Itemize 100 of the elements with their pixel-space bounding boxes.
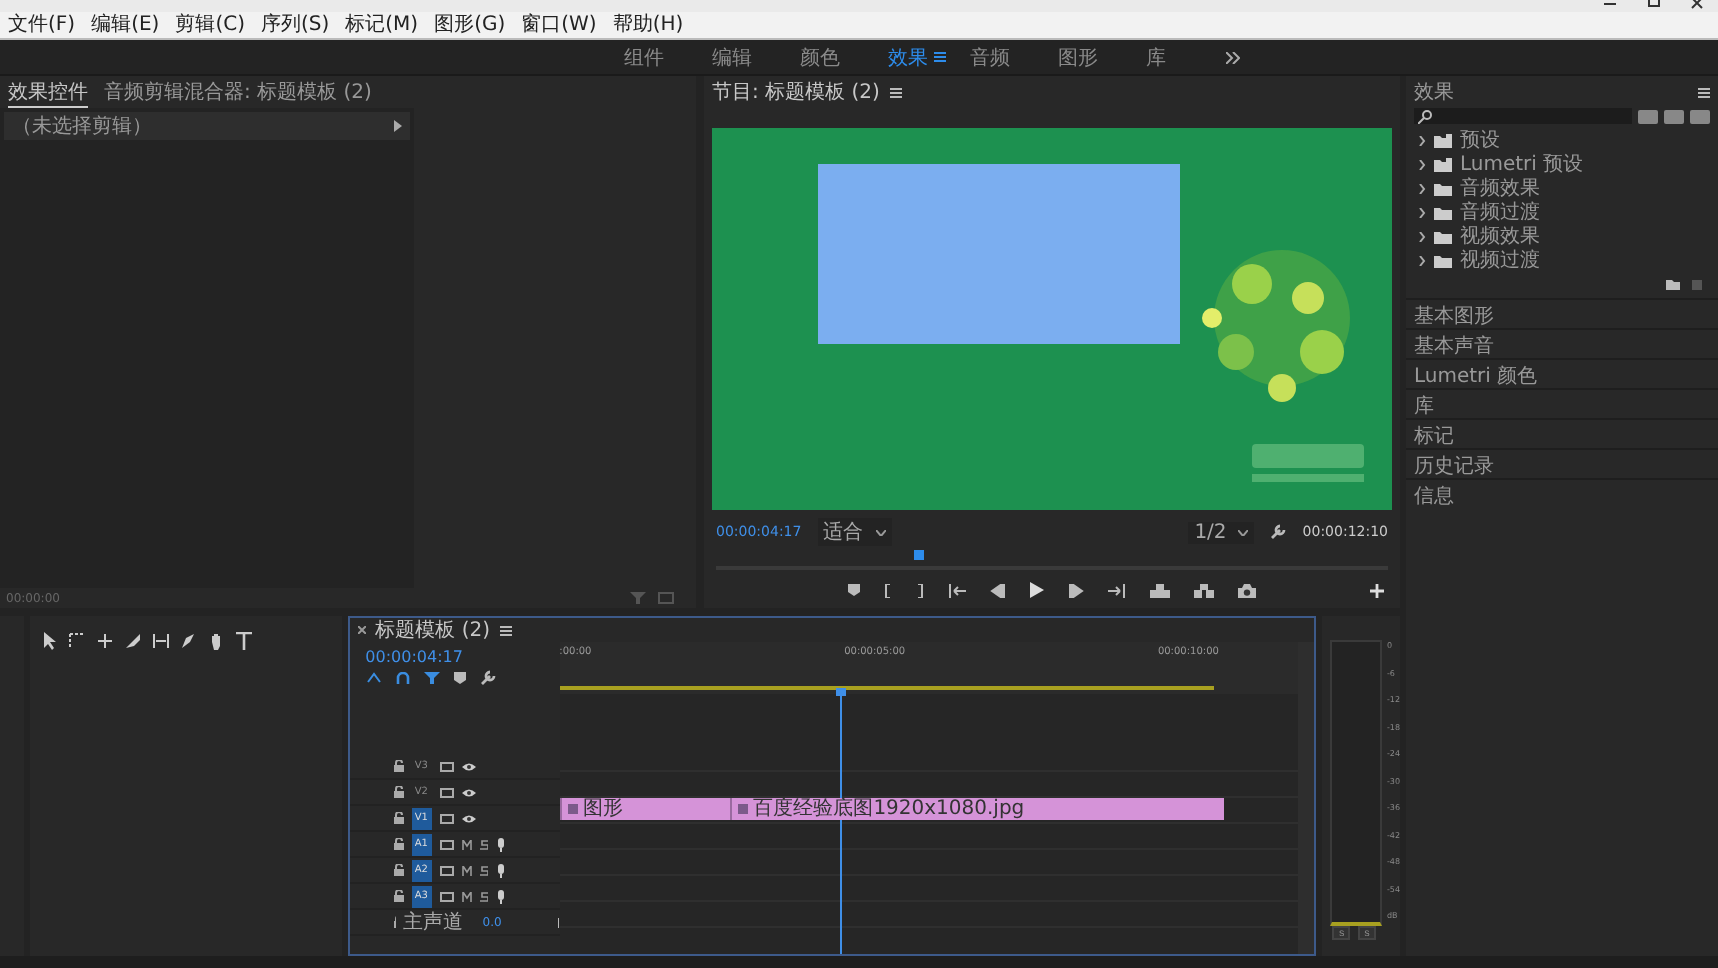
new-folder-icon[interactable]	[1666, 280, 1680, 290]
hand-icon[interactable]	[207, 632, 226, 650]
slip-icon[interactable]	[151, 632, 170, 650]
clip[interactable]: 图形	[559, 798, 730, 820]
scroll-bar[interactable]	[1298, 642, 1315, 954]
camera-icon[interactable]	[1238, 583, 1256, 597]
menu-icon[interactable]	[934, 52, 946, 62]
bracket-icon[interactable]	[916, 583, 924, 597]
minimize-icon[interactable]	[1602, 0, 1618, 10]
go-to-out-icon[interactable]	[1108, 583, 1126, 597]
playhead-line[interactable]	[840, 692, 843, 954]
effects-tree-item[interactable]: 音频过渡	[1418, 200, 1706, 224]
sync-lock-icon[interactable]	[439, 865, 454, 875]
lock-icon[interactable]	[393, 890, 404, 902]
microphone-icon[interactable]	[495, 889, 506, 903]
clip-selector[interactable]: （未选择剪辑）	[4, 112, 410, 140]
lock-icon[interactable]	[393, 838, 404, 850]
collapsed-panel[interactable]: 标记	[1406, 418, 1718, 448]
snap-icon[interactable]	[395, 672, 410, 684]
panel-tab[interactable]: 效果	[1414, 78, 1454, 106]
pen-icon[interactable]	[179, 632, 198, 650]
nest-icon[interactable]	[365, 672, 382, 684]
wrench-icon[interactable]	[479, 670, 496, 686]
solo-icon[interactable]	[479, 865, 488, 875]
sync-lock-icon[interactable]	[439, 839, 454, 849]
menu-item[interactable]: 文件(F)	[0, 13, 84, 37]
wrench-icon[interactable]	[1270, 524, 1287, 540]
search-field[interactable]	[1414, 108, 1632, 124]
sync-lock-icon[interactable]	[439, 891, 454, 901]
clip[interactable]: 百度经验底图1920x1080.jpg	[729, 798, 1225, 820]
bracket-icon[interactable]	[884, 583, 892, 597]
zoom-dropdown[interactable]: 适合	[817, 518, 892, 546]
solo-icon[interactable]	[479, 891, 488, 901]
effects-tree-item[interactable]: 音频效果	[1418, 176, 1706, 200]
collapsed-panel[interactable]: 库	[1406, 388, 1718, 418]
lock-icon[interactable]	[393, 864, 404, 876]
resolution-dropdown[interactable]: 1/2	[1188, 521, 1255, 543]
lock-icon[interactable]	[393, 786, 404, 798]
menu-item[interactable]: 窗口(W)	[513, 13, 605, 37]
menu-item[interactable]: 剪辑(C)	[167, 13, 253, 37]
marker-icon[interactable]	[848, 584, 860, 596]
marker-icon[interactable]	[453, 672, 466, 684]
menu-icon[interactable]	[499, 625, 512, 635]
workspace-tab[interactable]: 库	[1122, 43, 1190, 71]
workspace-tab[interactable]: 颜色	[776, 43, 864, 71]
selection-tool-icon[interactable]	[41, 632, 58, 650]
effects-tree-item[interactable]: 预设	[1418, 128, 1706, 152]
lift-icon[interactable]	[1150, 583, 1170, 597]
menu-icon[interactable]	[889, 87, 902, 97]
step-forward-icon[interactable]	[1068, 583, 1084, 597]
menu-icon[interactable]	[1698, 87, 1710, 97]
track-select-icon[interactable]	[67, 632, 86, 650]
restore-icon[interactable]	[1646, 0, 1662, 10]
step-back-icon[interactable]	[990, 583, 1006, 597]
sync-lock-icon[interactable]	[439, 787, 454, 797]
panel-tab[interactable]: 标题模板 (2)	[375, 616, 490, 644]
extract-icon[interactable]	[1194, 583, 1214, 597]
razor-icon[interactable]	[123, 632, 142, 650]
workspace-tab[interactable]: 音频	[946, 43, 1034, 71]
mute-icon[interactable]	[461, 891, 472, 901]
panel-tab[interactable]: 节目: 标题模板 (2)	[712, 78, 880, 106]
close-icon[interactable]	[1690, 0, 1706, 10]
sync-lock-icon[interactable]	[439, 761, 454, 771]
effects-tree-item[interactable]: Lumetri 预设	[1418, 152, 1706, 176]
microphone-icon[interactable]	[495, 863, 506, 877]
sync-lock-icon[interactable]	[439, 813, 454, 823]
workspace-tab[interactable]: 图形	[1034, 43, 1122, 71]
menu-item[interactable]: 标记(M)	[337, 13, 427, 37]
linked-selection-icon[interactable]	[423, 672, 440, 684]
playhead[interactable]	[913, 550, 924, 560]
lock-icon[interactable]	[393, 760, 404, 772]
eye-icon[interactable]	[461, 813, 476, 823]
eye-icon[interactable]	[461, 761, 476, 771]
chevrons-icon[interactable]	[1226, 51, 1240, 63]
workspace-tab[interactable]: 组件	[600, 43, 688, 71]
menu-item[interactable]: 图形(G)	[426, 13, 514, 37]
menu-item[interactable]: 编辑(E)	[83, 13, 168, 37]
workspace-tab[interactable]: 编辑	[688, 43, 776, 71]
mute-icon[interactable]	[461, 839, 472, 849]
ripple-edit-icon[interactable]	[95, 632, 114, 650]
collapsed-panel[interactable]: 信息	[1406, 478, 1718, 508]
collapsed-panel[interactable]: 历史记录	[1406, 448, 1718, 478]
close-icon[interactable]	[357, 626, 366, 634]
plus-icon[interactable]	[1370, 583, 1384, 597]
microphone-icon[interactable]	[495, 837, 506, 851]
lock-icon[interactable]	[393, 812, 404, 824]
go-to-in-icon[interactable]	[948, 583, 966, 597]
collapsed-panel[interactable]: 基本声音	[1406, 328, 1718, 358]
menu-item[interactable]: 序列(S)	[252, 13, 338, 37]
panel-tab[interactable]: 音频剪辑混合器: 标题模板 (2)	[104, 78, 372, 106]
eye-icon[interactable]	[461, 787, 476, 797]
effects-tree-item[interactable]: 视频效果	[1418, 224, 1706, 248]
effects-tree-item[interactable]: 视频过渡	[1418, 248, 1706, 272]
play-icon[interactable]	[1030, 582, 1044, 598]
solo-icon[interactable]	[479, 839, 488, 849]
workspace-tab[interactable]: 效果	[864, 43, 934, 71]
collapsed-panel[interactable]: 基本图形	[1406, 298, 1718, 328]
mute-icon[interactable]	[461, 865, 472, 875]
menu-item[interactable]: 帮助(H)	[604, 13, 692, 37]
type-tool-icon[interactable]	[235, 632, 252, 650]
